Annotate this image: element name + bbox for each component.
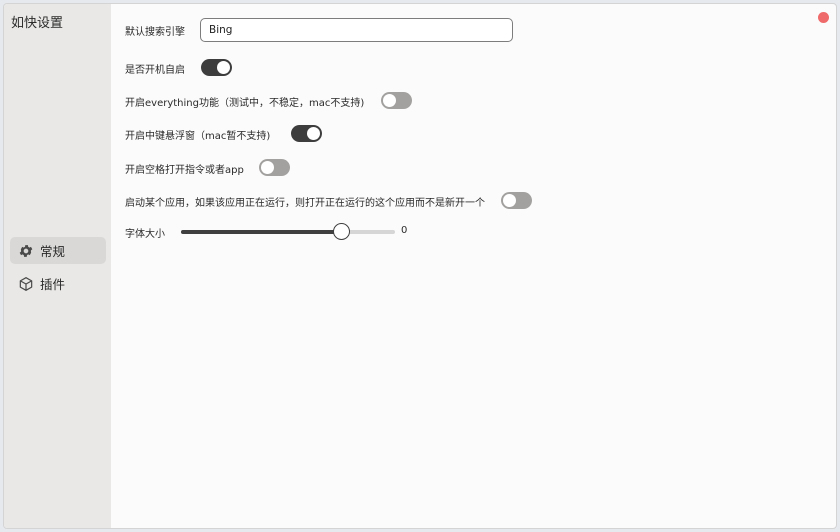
gear-icon <box>18 243 34 259</box>
space-open-row: 开启空格打开指令或者app <box>125 161 244 176</box>
reuse-app-toggle[interactable] <box>501 192 532 209</box>
search-engine-row: 默认搜索引擎 <box>125 23 185 38</box>
everything-toggle[interactable] <box>381 92 412 109</box>
font-size-label: 字体大小 <box>125 229 165 240</box>
font-size-value: 0 <box>401 225 408 236</box>
reuse-app-label: 启动某个应用，如果该应用正在运行，则打开正在运行的这个应用而不是新开一个 <box>125 198 485 209</box>
font-size-row: 字体大小 <box>125 225 165 240</box>
font-size-slider[interactable] <box>181 223 395 240</box>
sidebar: 如快设置 常规 插件 <box>4 4 111 528</box>
toggle-knob <box>217 61 230 74</box>
cube-icon <box>18 276 34 292</box>
search-engine-input[interactable] <box>200 18 513 42</box>
autostart-label: 是否开机自启 <box>125 65 185 76</box>
everything-row: 开启everything功能（测试中，不稳定，mac不支持) <box>125 94 364 109</box>
toggle-knob <box>307 127 320 140</box>
space-open-label: 开启空格打开指令或者app <box>125 165 244 176</box>
autostart-toggle[interactable] <box>201 59 232 76</box>
toggle-knob <box>261 161 274 174</box>
sidebar-item-label: 插件 <box>40 277 66 292</box>
app-title: 如快设置 <box>11 16 64 31</box>
middle-button-label: 开启中键悬浮窗（mac暂不支持) <box>125 131 271 142</box>
close-button[interactable] <box>818 12 829 23</box>
middle-button-row: 开启中键悬浮窗（mac暂不支持) <box>125 127 270 142</box>
toggle-knob <box>503 194 516 207</box>
toggle-knob <box>383 94 396 107</box>
slider-fill <box>181 230 342 234</box>
middle-button-toggle[interactable] <box>291 125 322 142</box>
slider-thumb[interactable] <box>333 223 350 240</box>
settings-window: 如快设置 常规 插件 默认搜索引擎 是否开机自启 开启e <box>3 3 837 529</box>
space-open-toggle[interactable] <box>259 159 290 176</box>
autostart-row: 是否开机自启 <box>125 61 185 76</box>
sidebar-item-general[interactable]: 常规 <box>10 237 106 264</box>
sidebar-item-label: 常规 <box>40 244 66 259</box>
reuse-app-row: 启动某个应用，如果该应用正在运行，则打开正在运行的这个应用而不是新开一个 <box>125 194 485 209</box>
everything-label: 开启everything功能（测试中，不稳定，mac不支持) <box>125 98 365 109</box>
search-engine-label: 默认搜索引擎 <box>125 27 185 38</box>
sidebar-item-plugins[interactable]: 插件 <box>10 270 106 297</box>
